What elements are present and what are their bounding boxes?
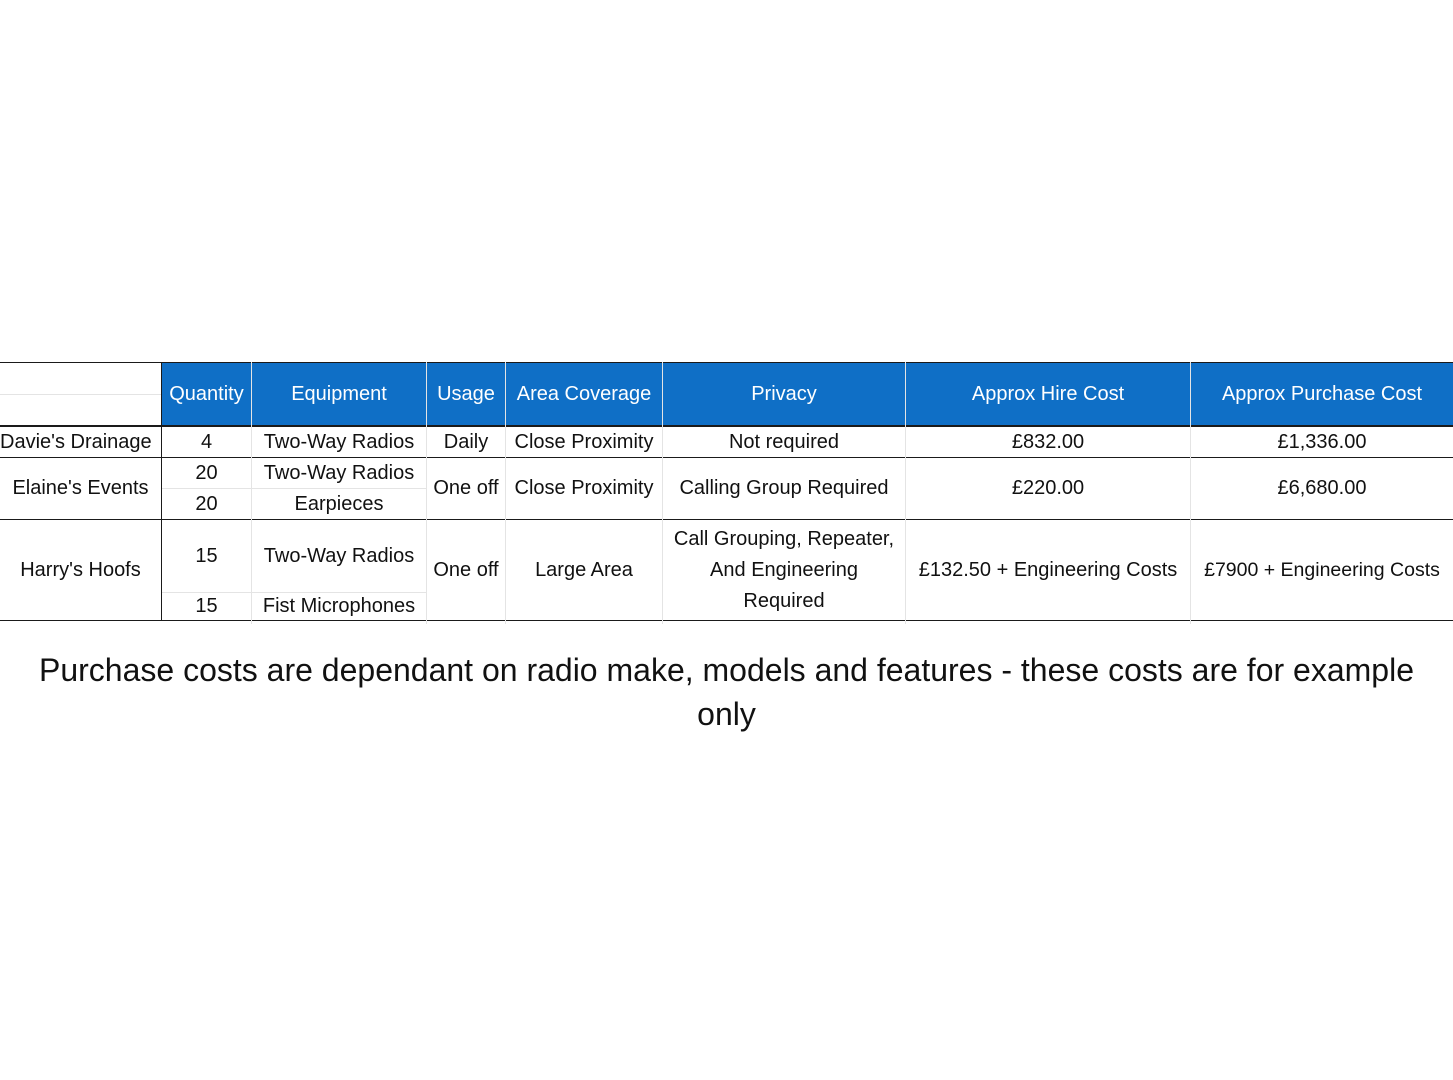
footnote: Purchase costs are dependant on radio ma…	[39, 652, 1414, 732]
row1-area: Close Proximity	[514, 430, 654, 453]
row3-privacy-line-2: And Engineering	[710, 558, 858, 581]
col-divider-area	[662, 362, 663, 624]
row3-purchase-cost: £7900 + Engineering Costs	[1204, 558, 1440, 581]
header-equipment: Equipment	[252, 362, 426, 426]
row1-usage: Daily	[443, 430, 489, 453]
row1-privacy: Not required	[728, 430, 840, 453]
row3-customer: Harry's Hoofs	[20, 558, 141, 581]
row2-quantity-2: 20	[195, 492, 218, 515]
row3-privacy-line-1: Call Grouping, Repeater,	[673, 527, 895, 550]
row3-usage: One off	[433, 558, 499, 581]
row2-quantity-1: 20	[195, 461, 218, 484]
row2-privacy: Calling Group Required	[679, 477, 889, 499]
row3-area: Large Area	[535, 558, 633, 581]
col-divider-equipment	[426, 362, 427, 624]
table-top-border	[0, 362, 1453, 363]
row3-item-divider	[162, 592, 426, 593]
table-bottom-border	[0, 620, 1453, 621]
row1-customer: Davie's Drainage	[0, 430, 152, 453]
row3-equipment-2: Fist Microphones	[262, 595, 416, 617]
row2-hire-cost: £220.00	[1011, 477, 1085, 499]
row2-equipment-2: Earpieces	[294, 492, 384, 515]
row2-equipment-1: Two-Way Radios	[263, 461, 415, 484]
header-privacy: Privacy	[663, 362, 905, 426]
row3-quantity-1: 15	[195, 544, 218, 567]
header-hire-cost: Approx Hire Cost	[906, 362, 1190, 426]
row3-privacy: Call Grouping, Repeater, And Engineering…	[663, 520, 905, 620]
row3-hire-cost: £132.50 + Engineering Costs	[918, 558, 1178, 581]
row3-privacy-line-3: Required	[743, 589, 825, 612]
row3-quantity-2: 15	[195, 595, 218, 617]
header-bottom-border	[0, 425, 1453, 427]
header-usage: Usage	[427, 362, 505, 426]
col-divider-quantity	[251, 362, 252, 624]
row1-quantity: 4	[200, 430, 213, 453]
row1-purchase-cost: £1,336.00	[1277, 430, 1367, 453]
row2-usage: One off	[433, 477, 499, 499]
header-blank-divider	[0, 394, 161, 395]
row1-equipment: Two-Way Radios	[263, 430, 415, 453]
row2-area: Close Proximity	[514, 477, 654, 499]
header-area-coverage: Area Coverage	[506, 362, 662, 426]
row1-hire-cost: £832.00	[1011, 430, 1085, 453]
row2-bottom-border	[0, 519, 1453, 520]
col-divider-usage	[505, 362, 506, 624]
col-divider-privacy	[905, 362, 906, 624]
col-divider-hire	[1190, 362, 1191, 624]
row1-bottom-border	[0, 457, 1453, 458]
header-quantity: Quantity	[162, 362, 251, 426]
cost-comparison-table: Quantity Equipment Usage Area Coverage P…	[0, 362, 1453, 624]
row2-customer: Elaine's Events	[12, 477, 149, 499]
row2-purchase-cost: £6,680.00	[1277, 477, 1367, 499]
header-purchase-cost: Approx Purchase Cost	[1191, 362, 1453, 426]
row3-equipment-1: Two-Way Radios	[263, 544, 415, 567]
row2-item-divider	[162, 488, 426, 489]
col-divider-customer	[161, 362, 162, 621]
